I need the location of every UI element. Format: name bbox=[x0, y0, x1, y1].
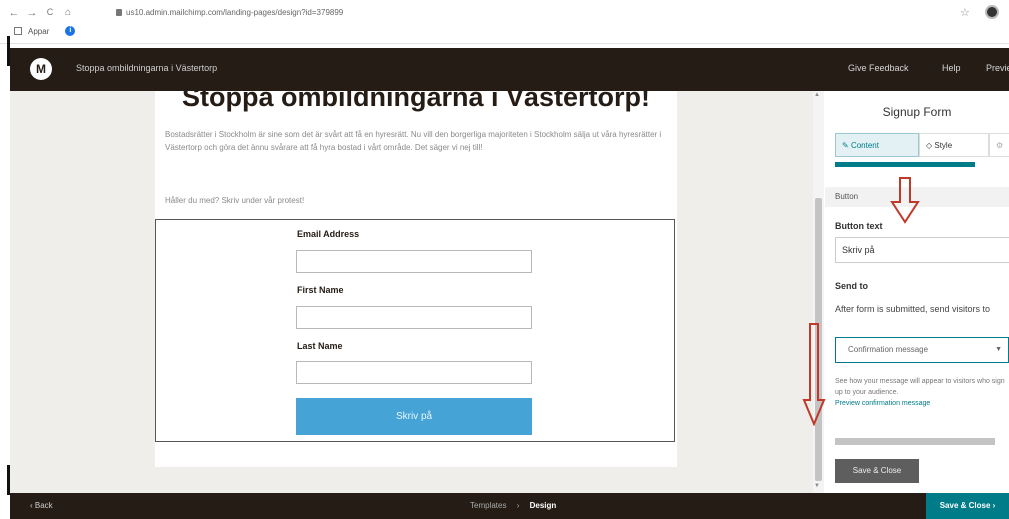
url-text: us10.admin.mailchimp.com/landing-pages/d… bbox=[126, 8, 344, 17]
settings-panel: Signup Form ✎ Content ◇ Style ⚙ Button B… bbox=[825, 91, 1009, 493]
editor-canvas: Stoppa ombildningarna i Västertorp! Bost… bbox=[10, 82, 820, 493]
preview-link[interactable]: Preview bbox=[986, 63, 1009, 73]
panel-title: Signup Form bbox=[882, 105, 952, 119]
profile-avatar[interactable] bbox=[985, 5, 999, 19]
help-link[interactable]: Help bbox=[942, 63, 961, 73]
last-name-label: Last Name bbox=[297, 341, 343, 351]
give-feedback-link[interactable]: Give Feedback bbox=[848, 63, 909, 73]
last-name-field[interactable] bbox=[296, 361, 532, 384]
subscribe-button[interactable]: Skriv på bbox=[296, 398, 532, 435]
form-heading[interactable]: Stoppa ombildningarna i Västertorp! bbox=[155, 82, 677, 113]
info-icon[interactable]: i bbox=[65, 26, 76, 36]
signup-form-block[interactable]: Email Address First Name Last Name Skriv… bbox=[155, 219, 675, 442]
annotation-long-down-arrow-icon bbox=[802, 323, 826, 426]
intro-paragraph[interactable]: Bostadsrätter i Stockholm är sine som de… bbox=[165, 128, 665, 154]
email-label: Email Address bbox=[297, 229, 360, 239]
breadcrumb-templates[interactable]: Templates bbox=[470, 501, 506, 510]
cta-text[interactable]: Håller du med? Skriv under vår protest! bbox=[165, 196, 304, 205]
scroll-up-icon[interactable]: ▲ bbox=[814, 92, 820, 98]
back-arrow-icon[interactable]: ← bbox=[8, 7, 20, 19]
panel-horizontal-scrollbar[interactable] bbox=[835, 438, 995, 445]
star-icon[interactable]: ☆ bbox=[960, 6, 970, 19]
breadcrumb: Templates › Design bbox=[470, 501, 556, 510]
send-to-description: After form is submitted, send visitors t… bbox=[835, 304, 991, 314]
tab-style-label: Style bbox=[934, 141, 953, 150]
breadcrumb-design[interactable]: Design bbox=[530, 501, 557, 510]
send-to-label: Send to bbox=[835, 281, 868, 291]
tab-content-label: Content bbox=[850, 141, 879, 150]
lock-icon bbox=[116, 9, 122, 16]
apps-grid-icon[interactable] bbox=[14, 27, 22, 35]
preview-confirmation-link[interactable]: Preview confirmation message bbox=[835, 398, 1007, 409]
panel-save-close-button[interactable]: Save & Close bbox=[835, 459, 919, 483]
back-link[interactable]: ‹ Back bbox=[30, 501, 53, 510]
chevron-down-icon: ▼ bbox=[995, 346, 1002, 353]
mailchimp-logo-icon[interactable]: M bbox=[30, 58, 52, 80]
scroll-down-icon[interactable]: ▼ bbox=[814, 483, 820, 489]
save-close-button[interactable]: Save & Close › bbox=[926, 493, 1009, 519]
send-to-select[interactable]: Confirmation message ▼ bbox=[835, 337, 1009, 363]
bottom-toolbar: ‹ Back Templates › Design Save & Close › bbox=[10, 493, 1009, 519]
gear-icon: ⚙ bbox=[996, 141, 1004, 150]
page-title: Stoppa ombildningarna i Västertorp bbox=[76, 63, 218, 73]
hint-text: See how your message will appear to visi… bbox=[835, 378, 1005, 396]
forward-arrow-icon[interactable]: → bbox=[26, 7, 38, 19]
first-name-field[interactable] bbox=[296, 306, 532, 329]
annotation-down-arrow-icon bbox=[890, 177, 920, 224]
home-icon[interactable]: ⌂ bbox=[62, 7, 74, 18]
active-tab-indicator bbox=[835, 162, 975, 167]
bookmarks-bar: Appar i bbox=[14, 26, 76, 36]
email-field[interactable] bbox=[296, 250, 532, 273]
tab-settings[interactable]: ⚙ bbox=[989, 133, 1009, 157]
bookmark-apps[interactable]: Appar bbox=[28, 27, 49, 36]
landing-page-preview[interactable]: Stoppa ombildningarna i Västertorp! Bost… bbox=[155, 82, 677, 467]
button-text-label: Button text bbox=[835, 221, 883, 231]
pencil-icon: ✎ bbox=[842, 141, 851, 150]
address-bar[interactable]: us10.admin.mailchimp.com/landing-pages/d… bbox=[116, 6, 496, 20]
reload-icon[interactable]: C bbox=[44, 7, 56, 17]
first-name-label: First Name bbox=[297, 285, 344, 295]
tab-content[interactable]: ✎ Content bbox=[835, 133, 919, 157]
tab-style[interactable]: ◇ Style bbox=[919, 133, 989, 157]
send-to-select-value: Confirmation message bbox=[848, 345, 929, 354]
confirmation-hint: See how your message will appear to visi… bbox=[835, 376, 1007, 409]
button-text-input[interactable]: Skriv på bbox=[835, 237, 1009, 263]
browser-toolbar: ← → C ⌂ us10.admin.mailchimp.com/landing… bbox=[0, 0, 1009, 44]
breadcrumb-separator: › bbox=[516, 501, 520, 510]
